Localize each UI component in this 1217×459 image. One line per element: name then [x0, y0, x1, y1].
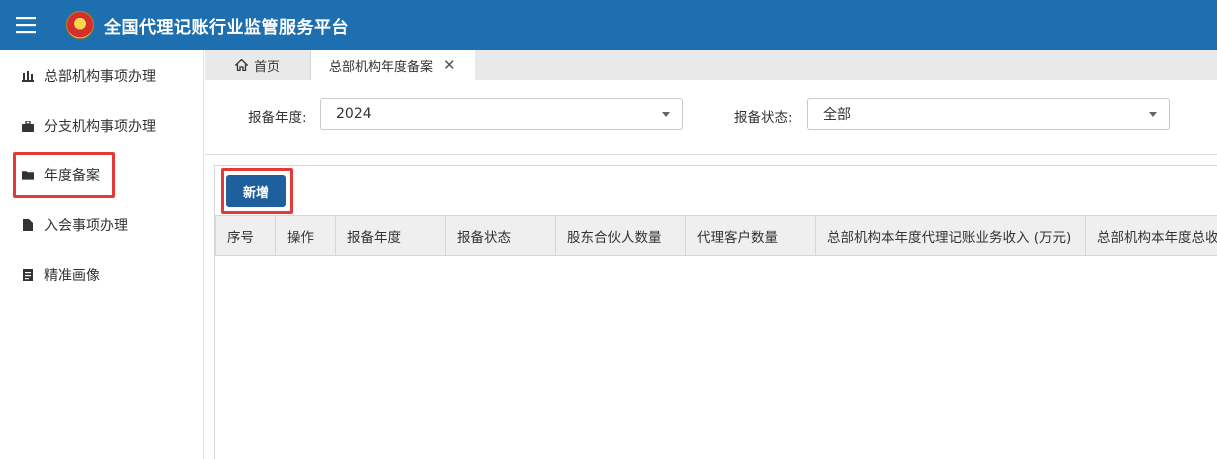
- col-header-year[interactable]: 报备年度: [335, 215, 446, 256]
- col-header-clients[interactable]: 代理客户数量: [685, 215, 816, 256]
- col-header-status[interactable]: 报备状态: [445, 215, 556, 256]
- document-icon: [22, 219, 34, 231]
- sidebar-item-profile[interactable]: 精准画像: [14, 257, 200, 293]
- tab-annual-filing[interactable]: 总部机构年度备案 ✕: [311, 50, 475, 80]
- year-select[interactable]: 2024: [320, 98, 683, 130]
- national-emblem-icon: [66, 11, 94, 39]
- sidebar-item-branch-affairs[interactable]: 分支机构事项办理: [14, 108, 200, 144]
- sidebar-item-label: 精准画像: [44, 268, 100, 284]
- col-header-total-income[interactable]: 总部机构本年度总收: [1085, 215, 1217, 256]
- status-filter-label: 报备状态:: [734, 110, 793, 126]
- folder-icon: [22, 169, 34, 181]
- tab-bar: 首页 总部机构年度备案 ✕: [205, 50, 1217, 80]
- col-header-bookkeeping-income[interactable]: 总部机构本年度代理记账业务收入 (万元): [815, 215, 1086, 256]
- caret-down-icon: [662, 112, 670, 117]
- tab-home[interactable]: 首页: [205, 50, 311, 80]
- status-select[interactable]: 全部: [807, 98, 1170, 130]
- add-button[interactable]: 新增: [226, 175, 286, 207]
- tab-active-label: 总部机构年度备案: [329, 59, 434, 75]
- tab-home-label: 首页: [253, 59, 280, 75]
- home-icon: [234, 59, 248, 71]
- sidebar-item-membership[interactable]: 入会事项办理: [14, 207, 200, 243]
- caret-down-icon: [1149, 112, 1157, 117]
- col-header-partners[interactable]: 股东合伙人数量: [555, 215, 686, 256]
- status-select-value: 全部: [823, 107, 851, 123]
- sidebar-item-label: 年度备案: [44, 168, 100, 184]
- sidebar-item-hq-affairs[interactable]: 总部机构事项办理: [14, 58, 200, 94]
- sidebar-item-label: 总部机构事项办理: [44, 69, 156, 85]
- table-body-empty: [215, 256, 1217, 459]
- sidebar-item-annual-filing[interactable]: 年度备案: [13, 152, 115, 198]
- sidebar-item-label: 入会事项办理: [44, 218, 128, 234]
- app-title: 全国代理记账行业监管服务平台: [104, 17, 349, 38]
- briefcase-icon: [22, 120, 34, 132]
- bank-icon: [22, 70, 34, 82]
- sidebar: 总部机构事项办理 分支机构事项办理 年度备案 入会事项办理 精准画像: [0, 50, 204, 459]
- table-header-row: 序号 操作 报备年度 报备状态 股东合伙人数量 代理客户数量 总部机构本年度代理…: [215, 215, 1217, 256]
- filter-bar: 报备年度: 2024 报备状态: 全部: [205, 80, 1217, 155]
- col-header-actions[interactable]: 操作: [275, 215, 336, 256]
- year-select-value: 2024: [336, 106, 372, 122]
- year-filter-label: 报备年度:: [248, 110, 307, 126]
- hamburger-menu-icon[interactable]: [0, 0, 52, 50]
- top-header: 全国代理记账行业监管服务平台: [0, 0, 1217, 50]
- list-document-icon: [22, 269, 34, 281]
- filing-table: 序号 操作 报备年度 报备状态 股东合伙人数量 代理客户数量 总部机构本年度代理…: [215, 215, 1217, 256]
- col-header-index[interactable]: 序号: [215, 215, 276, 256]
- sidebar-item-label: 分支机构事项办理: [44, 119, 156, 135]
- close-icon[interactable]: ✕: [443, 56, 456, 74]
